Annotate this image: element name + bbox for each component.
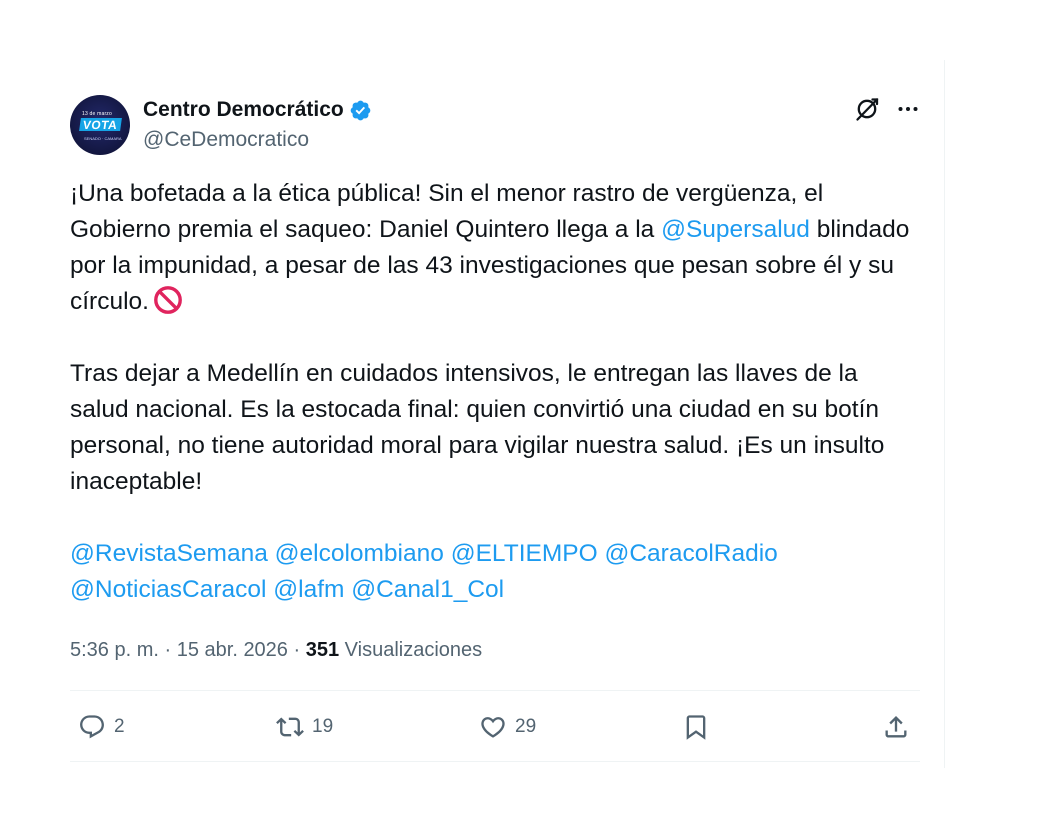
tweet: 13 de marzo VOTA SENADO · CAMARA Centro … xyxy=(70,92,920,762)
meta-separator: · xyxy=(158,639,177,661)
share-button[interactable] xyxy=(882,713,910,741)
tweet-mentions: @RevistaSemana @elcolombiano @ELTIEMPO @… xyxy=(70,536,920,608)
tweet-paragraph-2: Tras dejar a Medellín en cuidados intens… xyxy=(70,360,892,495)
reply-button[interactable]: 2 xyxy=(78,713,125,741)
mention-link[interactable]: @Canal1_Col xyxy=(351,576,504,603)
tweet-paragraph-1: ¡Una bofetada a la ética pública! Sin el… xyxy=(70,176,920,320)
like-count: 29 xyxy=(515,716,537,737)
bookmark-icon xyxy=(686,715,706,740)
meta-separator: · xyxy=(287,639,306,661)
more-icon[interactable] xyxy=(896,97,920,121)
name-row: Centro Democrático xyxy=(143,98,372,122)
mention-link[interactable]: @CaracolRadio xyxy=(604,540,777,567)
repost-icon xyxy=(276,717,304,737)
display-name[interactable]: Centro Democrático xyxy=(143,98,344,122)
tweet-actions: 2 19 29 xyxy=(70,691,920,761)
divider xyxy=(70,761,920,762)
repost-count: 19 xyxy=(312,716,334,737)
reply-count: 2 xyxy=(114,716,125,737)
bookmark-button[interactable] xyxy=(682,713,710,741)
views-label: Visualizaciones xyxy=(344,639,483,661)
views-count: 351 xyxy=(305,639,340,661)
no-entry-sign-icon xyxy=(154,286,182,314)
header-actions xyxy=(854,96,920,122)
page: 13 de marzo VOTA SENADO · CAMARA Centro … xyxy=(0,0,1052,838)
mention-link[interactable]: @ELTIEMPO xyxy=(451,540,598,567)
mention-link[interactable]: @elcolombiano xyxy=(275,540,444,567)
tweet-time[interactable]: 5:36 p. m. xyxy=(70,639,159,661)
avatar-bottom-text: SENADO · CAMARA xyxy=(84,136,122,141)
mention-link[interactable]: @NoticiasCaracol xyxy=(70,576,266,603)
mention-link[interactable]: @RevistaSemana xyxy=(70,540,268,567)
repost-button[interactable]: 19 xyxy=(276,713,333,741)
tweet-meta: 5:36 p. m. · 15 abr. 2026 · 351 Visualiz… xyxy=(70,638,920,662)
tweet-header: 13 de marzo VOTA SENADO · CAMARA Centro … xyxy=(70,92,920,158)
tweet-date[interactable]: 15 abr. 2026 xyxy=(177,639,288,661)
like-button[interactable]: 29 xyxy=(479,713,536,741)
avatar-main-text: VOTA xyxy=(79,118,123,132)
share-icon xyxy=(885,716,907,738)
verified-badge-icon[interactable] xyxy=(349,99,372,122)
author-handle[interactable]: @CeDemocratico xyxy=(143,128,372,152)
mention-link[interactable]: @Supersalud xyxy=(661,216,810,243)
avatar[interactable]: 13 de marzo VOTA SENADO · CAMARA xyxy=(70,95,130,155)
reply-icon xyxy=(80,715,104,739)
tweet-text: ¡Una bofetada a la ética pública! Sin el… xyxy=(70,176,920,608)
heart-icon xyxy=(481,717,505,738)
author-identity: Centro Democrático @CeDemocratico xyxy=(143,98,372,152)
column-divider xyxy=(944,60,945,768)
grok-icon[interactable] xyxy=(854,96,880,122)
avatar-top-text: 13 de marzo xyxy=(82,111,112,117)
mention-link[interactable]: @lafm xyxy=(273,576,344,603)
